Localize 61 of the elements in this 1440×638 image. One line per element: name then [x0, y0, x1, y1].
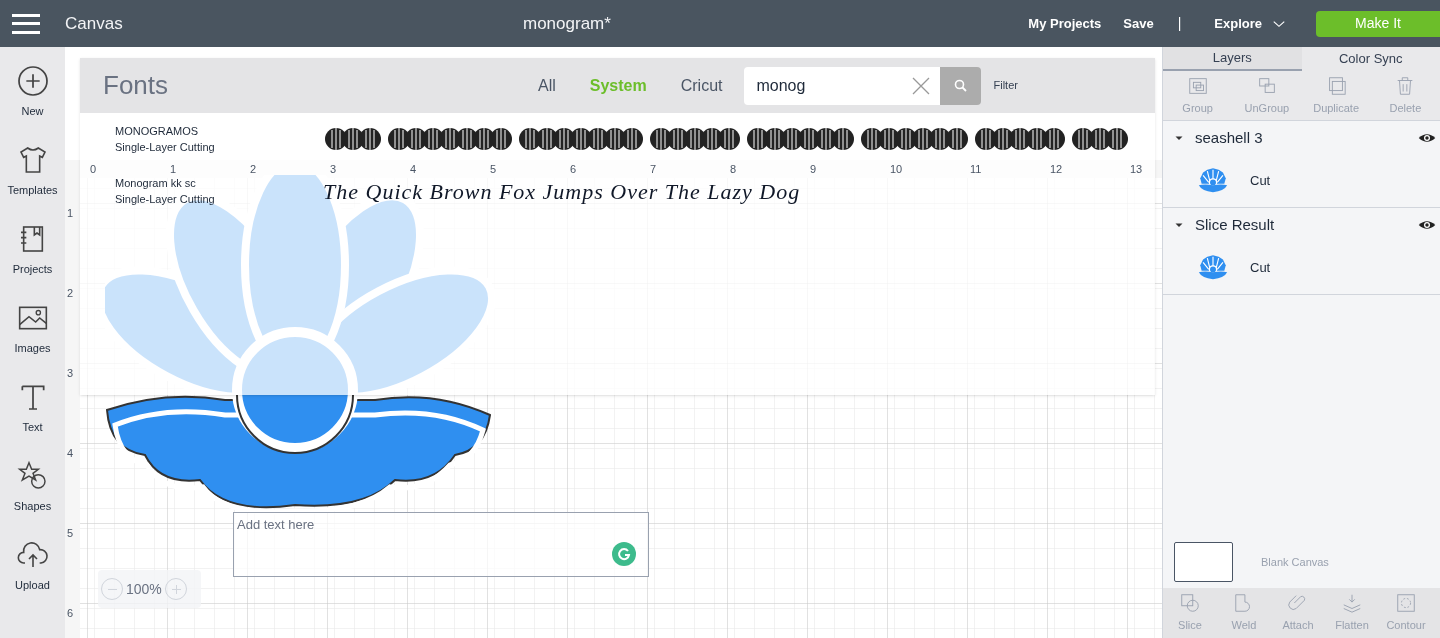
separator: |: [1177, 14, 1182, 33]
ruler-label: 11: [970, 163, 982, 175]
font-search-field[interactable]: monog: [744, 66, 941, 105]
sidebar-item[interactable]: Shapes: [0, 452, 65, 531]
ruler-label: 2: [67, 286, 74, 301]
app-title: Canvas: [65, 12, 123, 35]
filter-button[interactable]: Filter: [993, 77, 1018, 94]
ruler-label: 6: [570, 163, 577, 175]
ruler-label: 2: [250, 163, 257, 175]
font-filter-tab[interactable]: Cricut: [680, 73, 723, 98]
slice-icon: [1179, 592, 1201, 615]
search-icon: [954, 79, 968, 92]
ruler-label: 7: [650, 163, 657, 175]
font-type: Single-Layer Cutting: [115, 192, 216, 207]
menu-icon[interactable]: [12, 13, 40, 34]
project-name: monogram*: [523, 12, 611, 35]
layer-group-name[interactable]: seashell 3: [1195, 126, 1263, 150]
explore-menu[interactable]: Explore: [1214, 13, 1286, 34]
plus-circle-icon: [16, 65, 49, 97]
sidebar-item[interactable]: Text: [0, 373, 65, 452]
ruler-label: 8: [730, 163, 737, 175]
ruler-label: 1: [170, 163, 177, 175]
sidebar-item[interactable]: New: [0, 57, 65, 136]
zoom-level: 100%: [126, 579, 162, 599]
layer-group-name[interactable]: Slice Result: [1195, 213, 1275, 237]
fonts-title: Fonts: [103, 69, 170, 102]
ruler-label: 10: [890, 163, 903, 175]
color-swatch[interactable]: [1174, 542, 1233, 582]
font-name: Monogram kk sc: [115, 176, 197, 191]
ruler-label: 5: [490, 163, 497, 175]
font-sample-text: The Quick Brown Fox Jumps Over The Lazy Dog: [323, 177, 801, 206]
ruler-label: 5: [67, 526, 74, 541]
sidebar-item[interactable]: Projects: [0, 215, 65, 294]
ruler-label: 4: [67, 446, 74, 461]
sidebar-item[interactable]: Templates: [0, 136, 65, 215]
ruler-label: 0: [90, 163, 97, 175]
clear-icon[interactable]: [912, 76, 931, 95]
nav-link[interactable]: Save: [1123, 13, 1154, 34]
layer-item[interactable]: Cut: [1163, 155, 1440, 207]
nav-link[interactable]: My Projects: [1028, 13, 1102, 34]
ruler-label: 3: [330, 163, 337, 175]
text-input-field[interactable]: Add text here: [234, 513, 648, 576]
ruler-label: 1: [67, 206, 74, 221]
panel-tab[interactable]: Color Sync: [1301, 47, 1440, 71]
ruler-label: 13: [1130, 163, 1143, 175]
flatten-icon: [1341, 592, 1363, 615]
ruler-label: 4: [410, 163, 417, 175]
contour-icon: [1395, 592, 1417, 615]
font-type: Single-Layer Cutting: [115, 140, 216, 155]
ruler-label: 3: [67, 366, 74, 381]
font-name: MONOGRAMOS: [115, 124, 200, 139]
canvas-label: Blank Canvas: [1261, 554, 1329, 570]
sidebar-item[interactable]: Upload: [0, 531, 65, 610]
panel-tab[interactable]: Layers: [1163, 47, 1302, 71]
ruler-label: 12: [1050, 163, 1063, 175]
font-filter-tab[interactable]: All: [538, 73, 556, 98]
sidebar-item[interactable]: Images: [0, 294, 65, 373]
ruler-label: 9: [810, 163, 817, 175]
layer-item[interactable]: Cut: [1163, 242, 1440, 294]
ruler-label: 6: [67, 606, 74, 621]
shapes-icon: [16, 460, 49, 492]
